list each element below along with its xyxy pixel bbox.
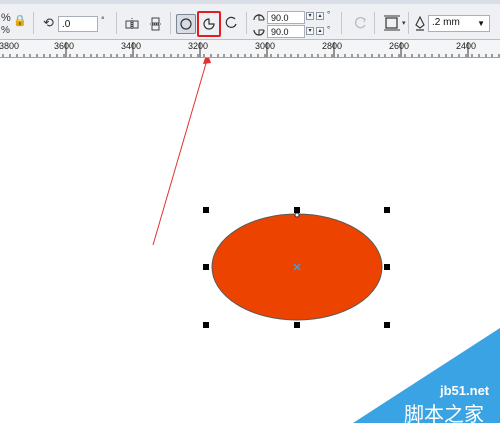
separator	[33, 12, 34, 34]
start-angle-input[interactable]	[267, 11, 305, 24]
ellipse-mode-button[interactable]	[176, 14, 196, 34]
separator	[374, 12, 375, 34]
ruler-label: 3200	[188, 41, 209, 51]
ruler-ticks	[2, 42, 500, 57]
selection-handle[interactable]	[384, 322, 390, 328]
outline-width-value: .2 mm	[432, 17, 460, 28]
rotation-degree-unit: °	[101, 15, 105, 25]
selection-handle[interactable]	[384, 207, 390, 213]
drawing-canvas[interactable]: jb51.net 脚本之家	[0, 58, 500, 426]
mirror-horizontal-icon[interactable]	[124, 16, 140, 32]
wrap-dropdown-arrow[interactable]: ▾	[402, 17, 406, 31]
rotate-icon: ⟲	[43, 15, 54, 30]
selection-handle[interactable]	[203, 264, 209, 270]
arc-mode-button[interactable]	[222, 14, 242, 34]
start-angle-spinner[interactable]: ▾	[306, 12, 314, 20]
start-angle-icon	[253, 14, 265, 21]
wrap-text-icon[interactable]	[382, 14, 402, 32]
ruler-label: 2800	[322, 41, 343, 51]
chevron-down-icon: ▼	[477, 19, 485, 28]
ruler-label: 3600	[54, 41, 75, 51]
ellipse-icon	[180, 18, 192, 30]
annotation-arrow-head	[203, 58, 211, 64]
separator	[246, 12, 247, 34]
start-angle-spinner-2[interactable]: ▴	[316, 12, 324, 20]
change-direction-icon[interactable]	[352, 15, 368, 31]
separator	[170, 12, 171, 34]
selection-handle[interactable]	[294, 322, 300, 328]
lock-ratio-icon[interactable]: 🔒	[13, 14, 27, 28]
canvas-drawing	[152, 58, 500, 423]
end-angle-icon	[253, 29, 265, 36]
mirror-vertical-icon[interactable]	[148, 16, 164, 32]
watermark-site: jb51.net	[440, 383, 490, 398]
end-angle-spinner[interactable]: ▾	[306, 27, 314, 35]
ruler-label: 2400	[456, 41, 477, 51]
ruler-label: 3800	[0, 41, 20, 51]
selection-handle[interactable]	[294, 207, 300, 213]
separator	[116, 12, 117, 34]
end-angle-input[interactable]	[267, 25, 305, 38]
percent-icon[interactable]: %	[1, 11, 11, 25]
outline-pen-icon	[415, 15, 425, 31]
selection-handle[interactable]	[384, 264, 390, 270]
pie-icon	[203, 18, 215, 30]
end-angle-spinner-2[interactable]: ▴	[316, 27, 324, 35]
separator	[341, 12, 342, 34]
annotation-arrow	[152, 59, 208, 246]
ruler-label: 3000	[255, 41, 276, 51]
separator	[408, 12, 409, 34]
end-angle-unit: °	[327, 25, 331, 34]
start-angle-unit: °	[327, 10, 331, 19]
ruler-label: 2600	[389, 41, 410, 51]
rotation-angle-input[interactable]	[58, 16, 98, 32]
property-bar: % % 🔒 ⟲ ° ▾ ▴ ° ▾ ▴ °	[0, 4, 500, 40]
ruler-label: 3400	[121, 41, 142, 51]
percent-icon-2[interactable]: %	[1, 24, 10, 38]
node-point[interactable]	[294, 212, 300, 218]
outline-width-select[interactable]: .2 mm ▼	[428, 15, 490, 32]
horizontal-ruler[interactable]: 3800 3600 3400 3200 3000 2800 2600 2400	[0, 40, 500, 58]
arc-icon	[225, 16, 237, 28]
selection-handle[interactable]	[203, 322, 209, 328]
pie-mode-button[interactable]	[197, 11, 221, 37]
selection-handle[interactable]	[203, 207, 209, 213]
